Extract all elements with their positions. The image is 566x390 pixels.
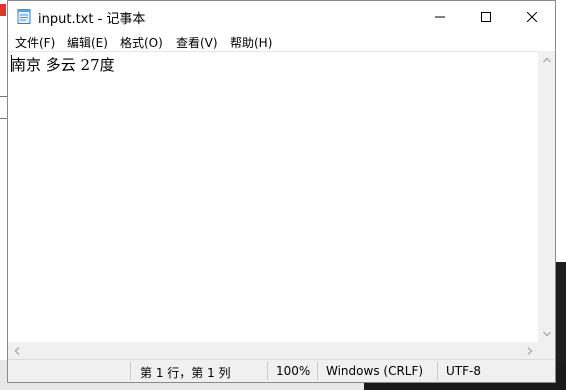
chevron-left-icon: [14, 346, 19, 355]
status-divider: [437, 362, 438, 380]
text-editor-area[interactable]: 南京 多云 27度: [8, 51, 538, 343]
horizontal-scrollbar[interactable]: [8, 342, 538, 359]
notepad-window: input.txt - 记事本 文件(F) 编辑(E) 格式(O) 查看(V) …: [7, 0, 556, 383]
menu-view[interactable]: 查看(V): [176, 34, 218, 51]
scroll-left-button[interactable]: [8, 342, 25, 359]
status-zoom: 100%: [276, 364, 311, 378]
menu-format[interactable]: 格式(O): [120, 34, 163, 51]
status-line-ending: Windows (CRLF): [326, 364, 424, 378]
status-divider: [130, 362, 131, 380]
maximize-button[interactable]: [463, 1, 509, 32]
status-encoding: UTF-8: [446, 364, 481, 378]
menu-bar: 文件(F) 编辑(E) 格式(O) 查看(V) 帮助(H): [8, 32, 555, 51]
scroll-down-button[interactable]: [538, 325, 555, 342]
chevron-down-icon: [542, 331, 551, 336]
chevron-right-icon: [527, 346, 532, 355]
editor-content[interactable]: 南京 多云 27度: [11, 54, 115, 75]
minimize-button[interactable]: [417, 1, 463, 32]
minimize-icon: [435, 16, 445, 17]
status-divider: [267, 362, 268, 380]
chevron-up-icon: [542, 57, 551, 62]
maximize-icon: [481, 11, 491, 22]
background-window-fragment: [0, 4, 6, 16]
close-button[interactable]: [509, 1, 555, 32]
menu-file[interactable]: 文件(F): [15, 34, 55, 51]
vertical-scrollbar[interactable]: [538, 51, 555, 342]
status-divider: [317, 362, 318, 380]
menu-edit[interactable]: 编辑(E): [67, 34, 108, 51]
title-bar[interactable]: input.txt - 记事本: [8, 1, 555, 32]
status-cursor-position: 第 1 行，第 1 列: [140, 366, 231, 380]
notepad-icon: [17, 8, 31, 24]
text-caret: [11, 55, 12, 72]
status-bar: 第 1 行，第 1 列 100% Windows (CRLF) UTF-8: [8, 359, 555, 382]
menu-help[interactable]: 帮助(H): [230, 34, 272, 51]
scroll-right-button[interactable]: [521, 342, 538, 359]
close-icon: [527, 11, 537, 22]
scroll-up-button[interactable]: [538, 51, 555, 68]
scrollbar-corner: [538, 342, 555, 359]
window-title: input.txt - 记事本: [38, 12, 146, 27]
